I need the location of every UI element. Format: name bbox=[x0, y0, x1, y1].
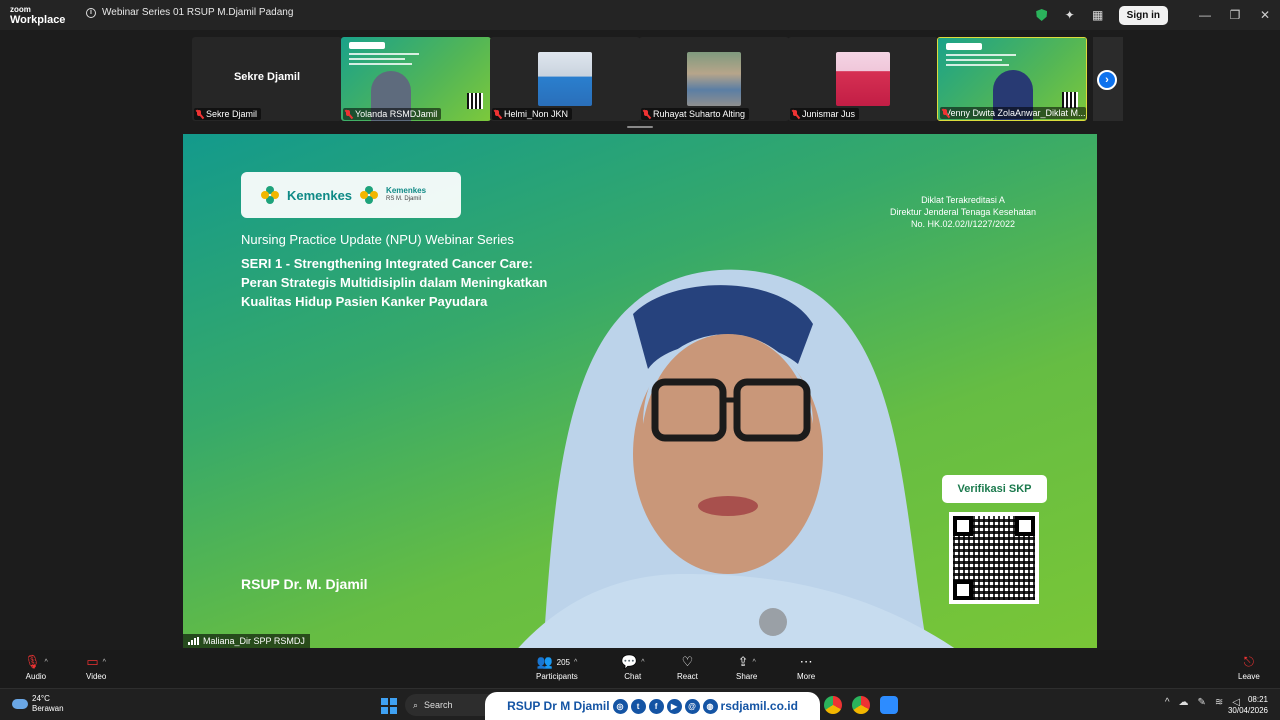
next-page-button[interactable]: › bbox=[1097, 70, 1117, 90]
muted-mic-icon bbox=[643, 109, 650, 119]
rsup-social-banner: RSUP Dr M Djamil ◎ t f ▶ @ ◍ rsdjamil.co… bbox=[485, 692, 820, 720]
chevron-up-icon[interactable]: ^ bbox=[752, 659, 755, 666]
participant-tile[interactable]: Sekre Djamil Sekre Djamil bbox=[192, 37, 342, 121]
restore-icon[interactable]: ❐ bbox=[1220, 8, 1250, 22]
react-button[interactable]: ♡ React bbox=[677, 654, 698, 681]
share-screen-icon: ⇪ bbox=[737, 654, 749, 669]
title-bar-controls: ✦ ▦ Sign in — ❐ ✕ bbox=[1035, 0, 1280, 30]
security-shield-icon[interactable] bbox=[1035, 8, 1049, 22]
muted-mic-icon bbox=[196, 109, 203, 119]
close-icon[interactable]: ✕ bbox=[1250, 8, 1280, 22]
meeting-toolbar: 🎙 ^ Audio ▭ ^ Video 👥 205 ^ Participants 💬 ^ … bbox=[0, 650, 1280, 688]
leave-icon: ⎋ bbox=[1243, 654, 1255, 669]
ai-sparkle-icon[interactable]: ✦ bbox=[1063, 8, 1077, 22]
chat-icon: 💬 bbox=[621, 654, 638, 669]
search-icon: ⌕ bbox=[413, 699, 419, 710]
speaker-figure bbox=[518, 269, 955, 648]
weather-widget[interactable]: 24°C Berawan bbox=[12, 694, 64, 714]
qr-code-image bbox=[949, 512, 1039, 604]
participant-tile[interactable]: Yolanda RSMDJamil bbox=[341, 37, 491, 121]
chrome-profile-icon[interactable] bbox=[852, 696, 870, 714]
participant-name-tag: Helmi_Non JKN bbox=[492, 108, 573, 120]
share-button[interactable]: ⇪ ^ Share bbox=[736, 654, 757, 681]
chevron-up-icon[interactable]: ^ bbox=[641, 659, 644, 666]
muted-mic-icon bbox=[494, 109, 501, 119]
mic-muted-icon: 🎙 bbox=[24, 654, 41, 669]
verifikasi-skp-label: Verifikasi SKP bbox=[942, 475, 1047, 503]
kemenkes-logo-text: Kemenkes bbox=[287, 187, 353, 203]
participant-name-tag: Venny Dwita ZolaAnwar_Diklat M... bbox=[940, 107, 1086, 119]
pen-icon[interactable]: ✎ bbox=[1198, 697, 1206, 708]
meeting-info[interactable]: i Webinar Series 01 RSUP M.Djamil Padang bbox=[86, 7, 293, 18]
kemenkes-logo-box: Kemenkes Kemenkes RS M. Djamil bbox=[241, 172, 461, 218]
accreditation-text: Diklat Terakreditasi A Direktur Jenderal… bbox=[890, 195, 1036, 229]
onedrive-icon[interactable]: ☁ bbox=[1179, 697, 1189, 708]
leave-button[interactable]: ⎋ Leave bbox=[1238, 654, 1260, 681]
minimize-icon[interactable]: — bbox=[1190, 8, 1220, 22]
wifi-icon[interactable]: ≋ bbox=[1215, 697, 1223, 708]
participants-icon: 👥 bbox=[536, 654, 553, 669]
windows-start-icon[interactable] bbox=[381, 698, 397, 714]
threads-icon: @ bbox=[684, 698, 700, 714]
speaker-name-tag: Maliana_Dir SPP RSMDJ bbox=[183, 634, 310, 648]
chevron-up-icon[interactable]: ^ bbox=[103, 659, 106, 666]
audio-button[interactable]: 🎙 ^ Audio bbox=[24, 654, 48, 681]
kemenkes-logo-icon bbox=[261, 186, 279, 204]
zoom-workplace-logo: zoom Workplace bbox=[10, 5, 66, 26]
system-clock[interactable]: 08:21 30/04/2026 bbox=[1228, 694, 1268, 716]
taskbar-apps bbox=[824, 696, 898, 714]
participants-count: 205 bbox=[556, 657, 571, 667]
banner-name: RSUP Dr M Djamil bbox=[507, 699, 610, 713]
instagram-icon: ◎ bbox=[612, 698, 628, 714]
cloud-icon bbox=[12, 699, 28, 709]
youtube-icon: ▶ bbox=[666, 698, 682, 714]
muted-mic-icon bbox=[345, 109, 352, 119]
chrome-icon[interactable] bbox=[824, 696, 842, 714]
participant-name-tag: Junismar Jus bbox=[790, 108, 860, 120]
more-dots-icon: ⋯ bbox=[799, 654, 813, 669]
participant-video bbox=[836, 52, 890, 106]
chevron-up-icon[interactable]: ^ bbox=[45, 659, 48, 666]
layout-view-icon[interactable]: ▦ bbox=[1091, 8, 1105, 22]
participant-name-tag: Ruhayat Suharto Alting bbox=[641, 108, 750, 120]
participant-gallery: Sekre Djamil Sekre Djamil Yolanda RSMDJa… bbox=[0, 30, 1280, 128]
active-speaker-video: Kemenkes Kemenkes RS M. Djamil Nursing Pr… bbox=[183, 134, 1097, 648]
muted-mic-icon bbox=[792, 109, 799, 119]
more-button[interactable]: ⋯ More bbox=[797, 654, 815, 681]
participants-button[interactable]: 👥 205 ^ Participants bbox=[536, 654, 578, 681]
banner-url: rsdjamil.co.id bbox=[720, 699, 798, 713]
gallery-page-indicator bbox=[627, 126, 653, 128]
participant-tile[interactable]: Helmi_Non JKN bbox=[490, 37, 640, 121]
participant-video bbox=[538, 52, 592, 106]
sign-in-button[interactable]: Sign in bbox=[1118, 5, 1168, 25]
rs-djamil-logo-text: Kemenkes RS M. Djamil bbox=[386, 186, 427, 202]
participant-name-tag: Sekre Djamil bbox=[194, 108, 262, 120]
title-bar: zoom Workplace i Webinar Series 01 RSUP … bbox=[0, 0, 1280, 30]
zoom-app-icon[interactable] bbox=[880, 696, 898, 714]
chevron-up-icon[interactable]: ^ bbox=[574, 659, 577, 666]
logo-workplace-text: Workplace bbox=[10, 14, 66, 26]
participant-tile-active[interactable]: Venny Dwita ZolaAnwar_Diklat M... bbox=[937, 37, 1087, 121]
participant-video bbox=[687, 52, 741, 106]
participant-tile[interactable]: Junismar Jus bbox=[788, 37, 938, 121]
heart-icon: ♡ bbox=[681, 654, 694, 669]
chevron-right-icon: › bbox=[1105, 74, 1109, 86]
rs-djamil-logo-icon bbox=[360, 186, 379, 204]
web-globe-icon: ◍ bbox=[702, 698, 718, 714]
video-off-icon: ▭ bbox=[86, 654, 99, 669]
participant-name-tag: Yolanda RSMDJamil bbox=[343, 108, 442, 120]
video-button[interactable]: ▭ ^ Video bbox=[86, 654, 106, 681]
chat-button[interactable]: 💬 ^ Chat bbox=[621, 654, 644, 681]
signal-bars-icon bbox=[188, 637, 199, 645]
rsup-name-text: RSUP Dr. M. Djamil bbox=[241, 576, 368, 592]
chevron-up-icon[interactable]: ^ bbox=[1165, 697, 1170, 708]
twitter-icon: t bbox=[630, 698, 646, 714]
participant-tile[interactable]: Ruhayat Suharto Alting bbox=[639, 37, 789, 121]
participant-big-name: Sekre Djamil bbox=[233, 71, 301, 83]
facebook-icon: f bbox=[648, 698, 664, 714]
info-icon[interactable]: i bbox=[86, 7, 96, 18]
meeting-title: Webinar Series 01 RSUP M.Djamil Padang bbox=[102, 7, 294, 18]
